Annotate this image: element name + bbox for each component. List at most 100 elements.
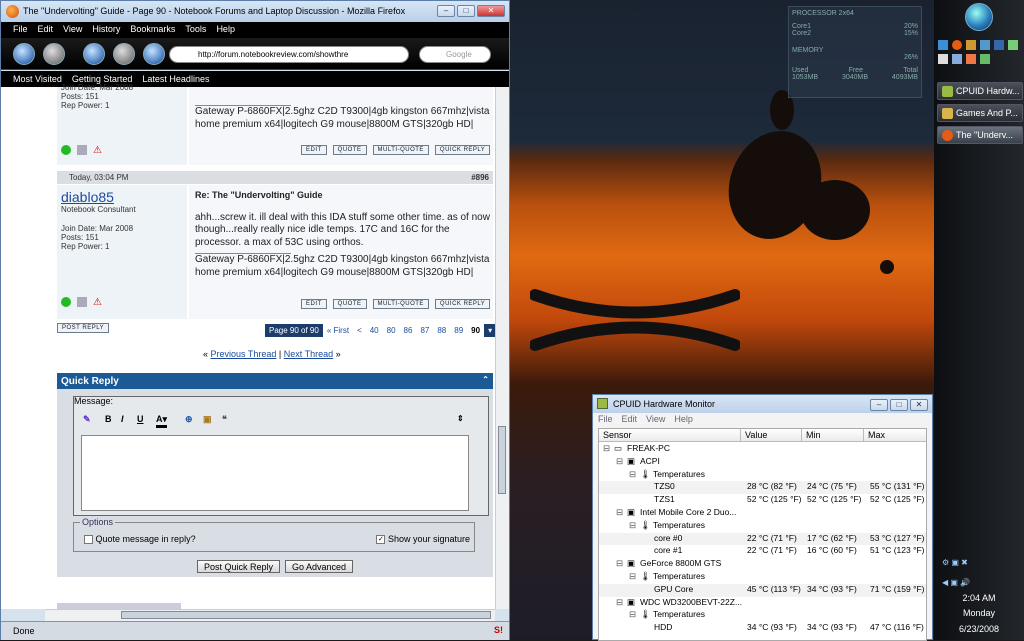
addon-icon[interactable]: S! — [494, 625, 503, 635]
post-quick-reply-button[interactable]: Post Quick Reply — [197, 560, 281, 573]
quote-checkbox[interactable]: Quote message in reply? — [84, 534, 196, 545]
menu-edit[interactable]: Edit — [622, 414, 638, 426]
column-header-max[interactable]: Max — [864, 429, 926, 442]
close-button[interactable]: ✕ — [477, 5, 505, 17]
message-textarea[interactable] — [81, 435, 469, 511]
quick-reply-button[interactable]: QUICK REPLY — [434, 145, 491, 155]
vertical-scrollbar[interactable] — [495, 87, 509, 609]
taskbar-button-firefox[interactable]: The "Underv... — [937, 126, 1023, 144]
sensor-row[interactable]: HDD 34 °C (93 °F) 34 °C (93 °F) 47 °C (116 … — [599, 622, 926, 635]
insert-link-icon[interactable]: ⊕ — [185, 414, 193, 425]
go-advanced-button[interactable]: Go Advanced — [285, 560, 354, 573]
page-link[interactable]: 80 — [383, 324, 400, 337]
clock-time[interactable]: 2:04 AM — [934, 593, 1024, 603]
column-header-sensor[interactable]: Sensor — [599, 429, 741, 442]
close-button[interactable]: ✕ — [910, 399, 928, 411]
expand-toggle-icon[interactable]: ⊟ — [616, 597, 623, 608]
app-icon[interactable] — [966, 40, 976, 50]
app-icon[interactable] — [980, 54, 990, 64]
back-button[interactable] — [13, 43, 35, 65]
expand-toggle-icon[interactable]: ⊟ — [616, 558, 623, 569]
page-link[interactable]: 87 — [416, 324, 433, 337]
sensor-row[interactable]: ⊟ ▣ GeForce 8800M GTS — [599, 558, 926, 571]
reload-button[interactable] — [83, 43, 105, 65]
quick-reply-button[interactable]: QUICK REPLY — [434, 299, 491, 309]
menu-history[interactable]: History — [92, 24, 120, 38]
post-number[interactable]: #896 — [471, 173, 489, 182]
previous-thread-link[interactable]: Previous Thread — [211, 349, 277, 359]
menu-bookmarks[interactable]: Bookmarks — [130, 24, 175, 38]
expand-toggle-icon[interactable]: ⊟ — [616, 456, 623, 467]
report-icon[interactable]: ⚠ — [93, 297, 102, 308]
home-button[interactable] — [143, 43, 165, 65]
app-icon[interactable] — [966, 54, 976, 64]
sensor-row[interactable]: ⊟ ▣ Intel Mobile Core 2 Duo... — [599, 507, 926, 520]
post-reply-button[interactable]: POST REPLY — [57, 323, 110, 333]
menu-view[interactable]: View — [646, 414, 665, 426]
minimize-button[interactable]: – — [870, 399, 888, 411]
sensor-row[interactable]: TZS1 52 °C (125 °F) 52 °C (125 °F) 52 °C (1… — [599, 494, 926, 507]
quote-icon[interactable]: ❝ — [222, 414, 227, 425]
italic-icon[interactable]: I — [121, 414, 124, 424]
menu-help[interactable]: Help — [216, 24, 235, 38]
sensor-row[interactable]: core #0 22 °C (71 °F) 17 °C (62 °F) 53 °C (… — [599, 532, 926, 546]
maximize-button[interactable]: □ — [457, 5, 475, 17]
page-link[interactable]: 89 — [450, 324, 467, 337]
expand-toggle-icon[interactable]: ⊟ — [629, 469, 636, 480]
expand-toggle-icon[interactable]: ⊟ — [616, 507, 623, 518]
column-header-min[interactable]: Min — [802, 429, 864, 442]
edit-button[interactable]: EDIT — [301, 145, 327, 155]
sensor-row[interactable]: ⊟ 🌡 Temperatures — [599, 469, 926, 482]
next-thread-link[interactable]: Next Thread — [284, 349, 333, 359]
expand-toggle-icon[interactable]: ⊟ — [629, 571, 636, 582]
sensor-row[interactable]: TZS0 28 °C (82 °F) 24 °C (75 °F) 55 °C (131… — [599, 481, 926, 495]
forward-button[interactable] — [43, 43, 65, 65]
maximize-button[interactable]: □ — [890, 399, 908, 411]
page-link[interactable]: 40 — [366, 324, 383, 337]
tray-icons[interactable]: ⚙ ▣ ✖ — [942, 558, 968, 567]
quote-button[interactable]: QUOTE — [332, 299, 367, 309]
page-link[interactable]: 86 — [400, 324, 417, 337]
insert-image-icon[interactable]: ▣ — [203, 414, 212, 425]
profile-icon[interactable] — [77, 145, 87, 155]
app-icon[interactable] — [994, 40, 1004, 50]
sensor-row[interactable]: ⊟ 🌡 Temperatures — [599, 571, 926, 584]
report-icon[interactable]: ⚠ — [93, 145, 102, 156]
app-icon[interactable] — [938, 40, 948, 50]
page-prev[interactable]: < — [353, 324, 366, 337]
bookmark-most-visited[interactable]: Most Visited — [13, 74, 62, 87]
page-first[interactable]: « First — [323, 324, 353, 337]
search-box[interactable]: Google — [419, 46, 491, 63]
sensor-row[interactable]: ⊟ 🌡 Temperatures — [599, 520, 926, 533]
multi-quote-button[interactable]: MULTI-QUOTE — [372, 299, 429, 309]
start-orb[interactable] — [965, 3, 993, 31]
edit-button[interactable]: EDIT — [301, 299, 327, 309]
app-icon[interactable] — [938, 54, 948, 64]
multi-quote-button[interactable]: MULTI-QUOTE — [372, 145, 429, 155]
remove-format-icon[interactable]: ✎ — [83, 414, 91, 425]
minimize-button[interactable]: – — [437, 5, 455, 17]
sensor-row[interactable]: ⊟ ▣ ACPI — [599, 456, 926, 469]
stop-button[interactable] — [113, 43, 135, 65]
menu-edit[interactable]: Edit — [38, 24, 54, 38]
volume-icon[interactable]: ◀ ▣ 🔊 — [942, 578, 970, 587]
firefox-icon[interactable] — [952, 40, 962, 50]
underline-icon[interactable]: U — [137, 414, 144, 424]
taskbar-button-cpuid[interactable]: CPUID Hardw... — [937, 82, 1023, 100]
bold-icon[interactable]: B — [105, 414, 112, 424]
menu-file[interactable]: File — [13, 24, 28, 38]
menu-tools[interactable]: Tools — [185, 24, 206, 38]
sensor-row[interactable]: GPU Core 45 °C (113 °F) 34 °C (93 °F) 71 °C… — [599, 583, 926, 597]
sensor-row[interactable]: ⊟ ▭ FREAK-PC — [599, 443, 926, 456]
menu-view[interactable]: View — [63, 24, 82, 38]
page-link[interactable]: 88 — [433, 324, 450, 337]
column-header-value[interactable]: Value — [741, 429, 802, 442]
menu-help[interactable]: Help — [674, 414, 693, 426]
app-icon[interactable] — [980, 40, 990, 50]
expand-toggle-icon[interactable]: ⊟ — [629, 520, 636, 531]
app-icon[interactable] — [952, 54, 962, 64]
sensor-row[interactable]: core #1 22 °C (71 °F) 16 °C (60 °F) 51 °C (… — [599, 545, 926, 558]
sensor-row[interactable]: ⊟ ▣ WDC WD3200BEVT-22Z... — [599, 597, 926, 610]
signature-checkbox[interactable]: ✓ Show your signature — [376, 534, 470, 545]
expand-toggle-icon[interactable]: ⊟ — [629, 609, 636, 620]
